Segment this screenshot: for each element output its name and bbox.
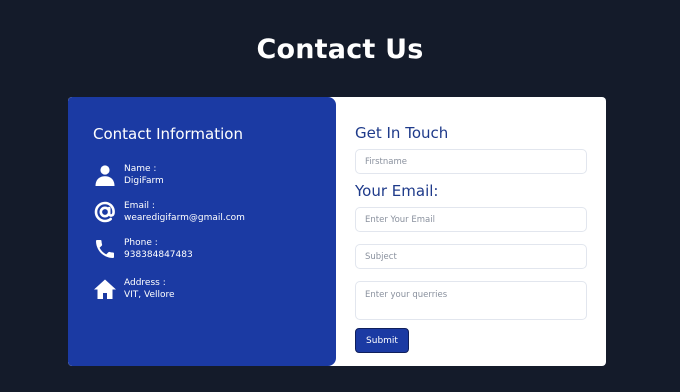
page-title: Contact Us — [256, 34, 424, 65]
firstname-input[interactable] — [355, 149, 587, 174]
info-value-name: DigiFarm — [124, 176, 164, 186]
info-value-email: wearedigifarm@gmail.com — [124, 213, 245, 223]
your-email-heading: Your Email: — [355, 182, 439, 200]
contact-card: Contact Information Name : DigiFarm Emai… — [68, 97, 606, 366]
info-value-phone: 938384847483 — [124, 250, 193, 260]
phone-icon — [93, 237, 117, 261]
contact-form: Get In Touch Your Email: Submit — [355, 97, 606, 366]
submit-button[interactable]: Submit — [355, 328, 409, 353]
info-item-address: Address : VIT, Vellore — [93, 277, 333, 307]
subject-input[interactable] — [355, 244, 587, 269]
get-in-touch-heading: Get In Touch — [355, 124, 449, 142]
email-input[interactable] — [355, 207, 587, 232]
contact-information-panel: Contact Information Name : DigiFarm Emai… — [68, 97, 336, 366]
info-label-phone: Phone : — [124, 238, 158, 248]
contact-information-heading: Contact Information — [93, 125, 243, 143]
info-item-name: Name : DigiFarm — [93, 163, 333, 193]
info-label-email: Email : — [124, 201, 155, 211]
info-item-phone: Phone : 938384847483 — [93, 237, 333, 267]
info-label-address: Address : — [124, 278, 166, 288]
info-item-email: Email : wearedigifarm@gmail.com — [93, 200, 333, 230]
queries-textarea[interactable] — [355, 281, 587, 320]
at-sign-icon — [93, 200, 117, 224]
info-label-name: Name : — [124, 164, 157, 174]
home-icon — [93, 277, 117, 301]
person-icon — [93, 163, 117, 187]
info-value-address: VIT, Vellore — [124, 290, 175, 300]
